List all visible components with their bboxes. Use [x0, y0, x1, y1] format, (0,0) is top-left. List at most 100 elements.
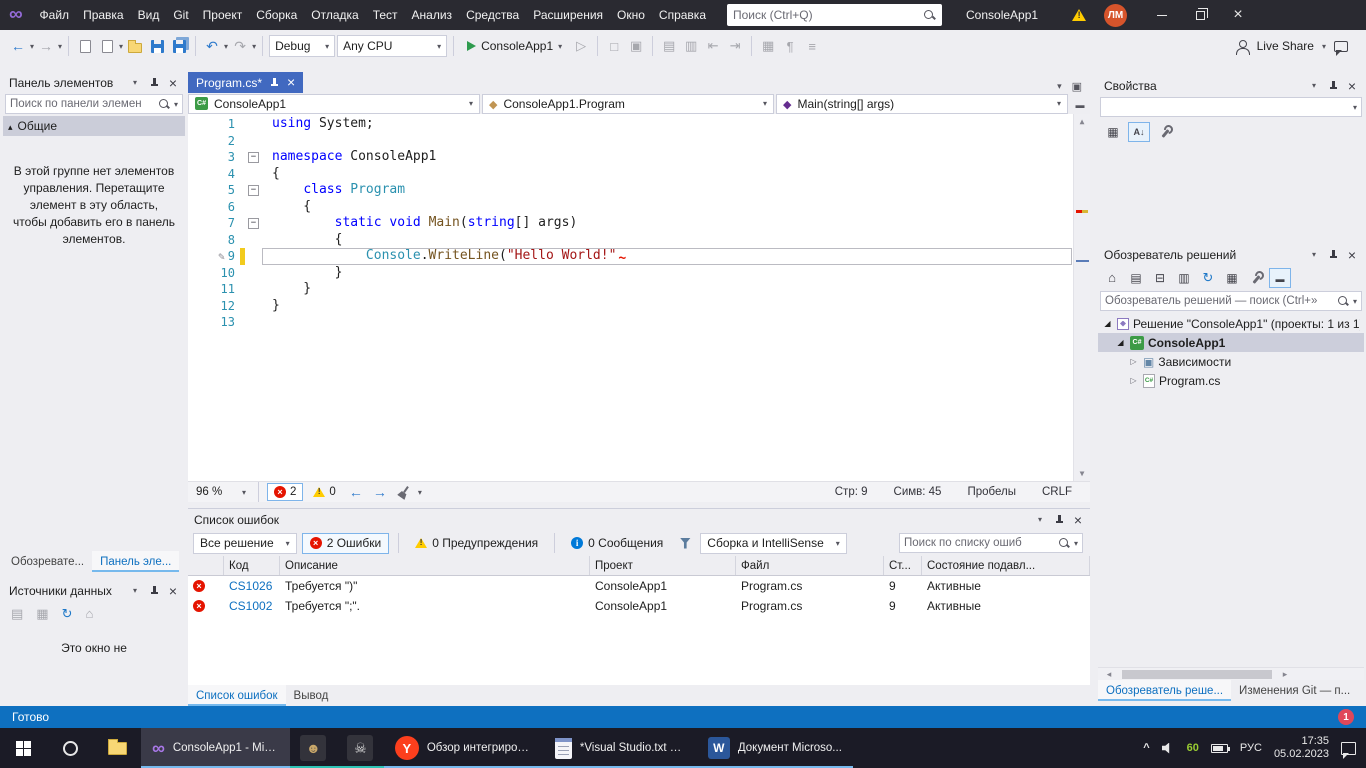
- taskbar-word[interactable]: Документ Microso...: [697, 728, 853, 768]
- code-line[interactable]: 3−namespace ConsoleApp1: [188, 149, 1090, 166]
- menu-item[interactable]: Справка: [652, 5, 713, 25]
- navigate-back-button[interactable]: [8, 35, 28, 57]
- pin-icon[interactable]: [1329, 249, 1338, 261]
- clock[interactable]: 17:35 05.02.2023: [1274, 735, 1329, 761]
- code-editor[interactable]: 1using System;23−namespace ConsoleApp14{…: [188, 114, 1090, 481]
- close-icon[interactable]: [287, 75, 295, 90]
- configure-data-source-icon[interactable]: [36, 606, 48, 622]
- solution-explorer-header[interactable]: Обозреватель решений: [1098, 244, 1364, 265]
- chevron-down-icon[interactable]: [174, 100, 178, 109]
- menu-item[interactable]: Правка: [76, 5, 131, 25]
- menu-item[interactable]: Тест: [366, 5, 405, 25]
- taskbar-visual-studio[interactable]: ConsoleApp1 - Mic...: [141, 728, 290, 768]
- tree-item[interactable]: ◢C#ConsoleApp1: [1098, 333, 1364, 352]
- code-line[interactable]: 7− static void Main(string[] args): [188, 215, 1090, 232]
- taskbar-browser[interactable]: Обзор интегриров...: [384, 728, 544, 768]
- tab-server-explorer[interactable]: Обозревате...: [3, 551, 92, 572]
- properties-header[interactable]: Свойства: [1098, 75, 1364, 96]
- toolbar-icon[interactable]: [802, 35, 822, 57]
- chevron-down-icon[interactable]: [1322, 42, 1326, 51]
- solution-platform-dropdown[interactable]: Any CPU: [337, 35, 447, 57]
- close-icon[interactable]: [1072, 513, 1084, 527]
- collapse-region-box[interactable]: −: [248, 152, 259, 163]
- code-line[interactable]: 9 Console.WriteLine("Hello World!"~: [188, 248, 1090, 265]
- zoom-dropdown[interactable]: 96 %: [192, 486, 250, 498]
- preview-selected-items-button[interactable]: [1269, 268, 1291, 288]
- error-list-search-input[interactable]: [904, 537, 1055, 549]
- scrollbar-thumb[interactable]: [1122, 670, 1272, 679]
- document-list-dropdown-icon[interactable]: [1057, 81, 1062, 92]
- chevron-down-icon[interactable]: [558, 42, 562, 51]
- scrollbar-track[interactable]: [1074, 129, 1090, 466]
- error-col-header[interactable]: Состояние подавл...: [922, 556, 1090, 575]
- previous-issue-button[interactable]: [346, 481, 366, 503]
- error-col-header[interactable]: Файл: [736, 556, 884, 575]
- pin-icon[interactable]: [150, 585, 159, 597]
- editor-vertical-scrollbar[interactable]: [1073, 114, 1090, 481]
- quick-search[interactable]: [727, 4, 942, 26]
- chevron-down-icon[interactable]: [119, 42, 123, 51]
- chevron-down-icon[interactable]: [418, 488, 422, 497]
- redo-button[interactable]: [230, 35, 250, 57]
- menu-item[interactable]: Средства: [459, 5, 526, 25]
- collapse-region-box[interactable]: −: [248, 218, 259, 229]
- save-button[interactable]: [147, 35, 167, 57]
- toolbar-icon[interactable]: [758, 35, 778, 57]
- chevron-down-icon[interactable]: [30, 42, 34, 51]
- error-list-search[interactable]: [899, 533, 1083, 553]
- save-all-button[interactable]: [169, 35, 189, 57]
- chevron-down-icon[interactable]: [252, 42, 256, 51]
- code-line[interactable]: 12}: [188, 298, 1090, 315]
- toolbar-icon[interactable]: [626, 35, 646, 57]
- restore-button[interactable]: [1181, 0, 1219, 30]
- property-pages-button[interactable]: [1154, 122, 1176, 142]
- chevron-down-icon[interactable]: [224, 42, 228, 51]
- window-options-icon[interactable]: [1072, 79, 1082, 93]
- window-menu-icon[interactable]: [1308, 81, 1320, 90]
- outdent-button[interactable]: [703, 35, 723, 57]
- scroll-up-icon[interactable]: [1080, 114, 1085, 129]
- scroll-down-icon[interactable]: [1080, 466, 1085, 481]
- taskbar-game-2[interactable]: [337, 728, 384, 768]
- messages-filter-button[interactable]: 0 Сообщения: [564, 533, 670, 554]
- menu-item[interactable]: Git: [166, 5, 195, 25]
- split-window-button[interactable]: [1070, 94, 1090, 114]
- code-line[interactable]: 10 }: [188, 265, 1090, 282]
- feedback-icon[interactable]: [1334, 41, 1348, 52]
- solution-explorer-search-input[interactable]: [1105, 295, 1334, 307]
- navigate-forward-button[interactable]: [36, 35, 56, 57]
- error-list-header[interactable]: Список ошибок: [188, 509, 1090, 530]
- sync-with-active-document-button[interactable]: [1173, 268, 1195, 288]
- error-col-header[interactable]: Описание: [280, 556, 590, 575]
- add-item-button[interactable]: [97, 35, 117, 57]
- tab-error-list[interactable]: Список ошибок: [188, 685, 286, 706]
- error-col-header[interactable]: Ст...: [884, 556, 922, 575]
- volume-icon[interactable]: [1162, 743, 1175, 754]
- nest-files-button[interactable]: [1221, 268, 1243, 288]
- tree-item[interactable]: ▷Зависимости: [1098, 352, 1364, 371]
- collapse-arrow-icon[interactable]: ◢: [1102, 319, 1113, 328]
- code-line[interactable]: 2: [188, 133, 1090, 150]
- quick-search-input[interactable]: [733, 8, 923, 22]
- code-line[interactable]: 13: [188, 314, 1090, 331]
- spaces-indicator[interactable]: Пробелы: [967, 486, 1016, 498]
- tree-item[interactable]: ◢Решение "ConsoleApp1" (проекты: 1 из 1): [1098, 314, 1364, 333]
- battery-icon[interactable]: [1211, 744, 1228, 753]
- window-menu-icon[interactable]: [129, 78, 141, 87]
- code-line[interactable]: 8 {: [188, 232, 1090, 249]
- window-menu-icon[interactable]: [1308, 250, 1320, 259]
- chevron-down-icon[interactable]: [1353, 297, 1357, 306]
- notification-warning-icon[interactable]: [1072, 9, 1086, 21]
- data-sources-header[interactable]: Источники данных: [3, 580, 185, 601]
- taskbar-game-1[interactable]: [290, 728, 337, 768]
- menu-item[interactable]: Вид: [131, 5, 167, 25]
- start-without-debugging-button[interactable]: [571, 35, 591, 57]
- hidden-icons-chevron[interactable]: ^: [1143, 742, 1149, 754]
- start-debugging-button[interactable]: ConsoleApp1: [460, 34, 569, 58]
- chevron-down-icon[interactable]: [1074, 539, 1078, 548]
- code-line[interactable]: 4{: [188, 166, 1090, 183]
- taskbar-search[interactable]: [47, 728, 94, 768]
- error-col-icon[interactable]: [188, 556, 224, 575]
- error-row[interactable]: CS1026Требуется ")"ConsoleApp1Program.cs…: [188, 576, 1090, 596]
- notification-badge[interactable]: 1: [1338, 709, 1354, 725]
